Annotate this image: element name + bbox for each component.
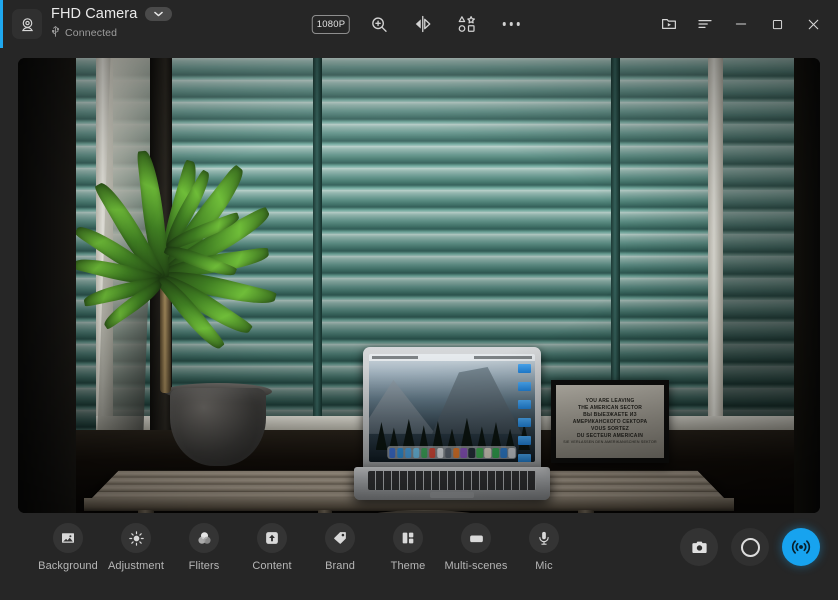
more-options-icon[interactable] [496, 9, 526, 39]
camera-preview[interactable]: YOU ARE LEAVING THE AMERICAN SECTOR ВЫ В… [18, 58, 820, 513]
chevron-down-icon[interactable] [145, 7, 173, 21]
close-icon[interactable] [796, 8, 830, 40]
bottom-toolbar: Background Adjustment Fliters Content Br… [0, 513, 838, 600]
tool-label: Brand [325, 560, 355, 572]
record-icon [740, 537, 760, 557]
record-button[interactable] [731, 528, 769, 566]
upload-icon [257, 523, 287, 553]
tool-content[interactable]: Content [238, 523, 306, 572]
desk-leg [578, 510, 594, 513]
usb-icon [51, 24, 60, 42]
poster-line-2: THE AMERICAN SECTOR [577, 405, 643, 411]
framed-poster: YOU ARE LEAVING THE AMERICAN SECTOR ВЫ В… [551, 380, 669, 463]
tool-theme[interactable]: Theme [374, 523, 442, 572]
shapes-stickers-icon[interactable] [452, 9, 482, 39]
laptop-menubar [369, 354, 535, 361]
poster-line-5: VOUS SORTEZ [590, 426, 630, 432]
device-text-group: FHD Camera Connected [51, 6, 173, 42]
window-accent-strip [0, 0, 3, 48]
filters-icon [189, 523, 219, 553]
tool-label: Fliters [188, 560, 220, 572]
media-folder-icon[interactable] [652, 8, 686, 40]
wallpaper-peak [369, 379, 436, 434]
laptop-dock [387, 446, 517, 459]
preview-scene: YOU ARE LEAVING THE AMERICAN SECTOR ВЫ В… [18, 58, 820, 513]
tool-background[interactable]: Background [34, 523, 102, 572]
image-icon [53, 523, 83, 553]
wallpaper-halfdome [432, 366, 522, 434]
microphone-icon [529, 523, 559, 553]
brightness-icon [121, 523, 151, 553]
device-status-label: Connected [65, 27, 118, 39]
tool-mic[interactable]: Mic [510, 523, 578, 572]
laptop-base [354, 467, 550, 500]
preview-stage: YOU ARE LEAVING THE AMERICAN SECTOR ВЫ В… [0, 48, 838, 513]
laptop-lid [363, 347, 541, 471]
capture-controls [680, 528, 820, 566]
layout-icon [393, 523, 423, 553]
webcam-icon [12, 9, 42, 39]
device-name-row: FHD Camera [51, 6, 173, 22]
tool-label: Background [38, 560, 98, 572]
poster-line-4: АМЕРИКАНСКОГО СЕКТОРА [572, 419, 648, 425]
device-name: FHD Camera [51, 6, 138, 22]
poster-mat: YOU ARE LEAVING THE AMERICAN SECTOR ВЫ В… [556, 385, 664, 458]
tool-label: Mic [535, 560, 553, 572]
scenes-icon [461, 523, 491, 553]
window-controls [652, 8, 830, 40]
desk-leg [138, 510, 154, 513]
camera-app-window: FHD Camera Connected 1080P YOU ARE LEAVI… [0, 0, 838, 600]
tool-adjustment[interactable]: Adjustment [102, 523, 170, 572]
tool-list: Background Adjustment Fliters Content Br… [34, 523, 578, 572]
tool-label: Content [252, 560, 292, 572]
device-status-row: Connected [51, 24, 172, 42]
device-selector[interactable]: FHD Camera Connected [6, 6, 173, 42]
tag-icon [325, 523, 355, 553]
poster-line-3: ВЫ ВЫЕЗЖАЕТЕ ИЗ [583, 412, 637, 418]
poster-line-1: YOU ARE LEAVING [585, 398, 635, 404]
menu-icon[interactable] [688, 8, 722, 40]
resolution-badge[interactable]: 1080P [311, 14, 351, 34]
zoom-in-icon[interactable] [364, 9, 394, 39]
more-dots [502, 22, 520, 26]
room-wall-left [18, 58, 76, 513]
minimize-icon[interactable] [724, 8, 758, 40]
laptop-trackpad [430, 492, 474, 498]
tool-label: Theme [390, 560, 426, 572]
laptop [354, 347, 550, 503]
broadcast-button[interactable] [782, 528, 820, 566]
titlebar: FHD Camera Connected 1080P [0, 0, 838, 48]
tool-multi-scenes[interactable]: Multi-scenes [442, 523, 510, 572]
potted-plant [72, 88, 368, 408]
window-sash [708, 58, 723, 438]
mirror-flip-icon[interactable] [408, 9, 438, 39]
maximize-icon[interactable] [760, 8, 794, 40]
desk-leg [318, 510, 332, 513]
laptop-keyboard [368, 471, 536, 490]
tool-label: Adjustment [107, 560, 165, 572]
poster-line-7: SIE VERLASSEN DEN AMERIKANISCHEN SEKTOR [563, 440, 657, 444]
center-toolbar: 1080P [311, 0, 526, 48]
poster-line-6: DU SECTEUR AMERICAIN [576, 433, 644, 439]
laptop-screen [369, 354, 535, 462]
tool-brand[interactable]: Brand [306, 523, 374, 572]
tool-filters[interactable]: Fliters [170, 523, 238, 572]
room-wall-right [794, 58, 820, 513]
snapshot-button[interactable] [680, 528, 718, 566]
desktop-icons [518, 364, 531, 462]
tool-label: Multi-scenes [444, 560, 508, 572]
